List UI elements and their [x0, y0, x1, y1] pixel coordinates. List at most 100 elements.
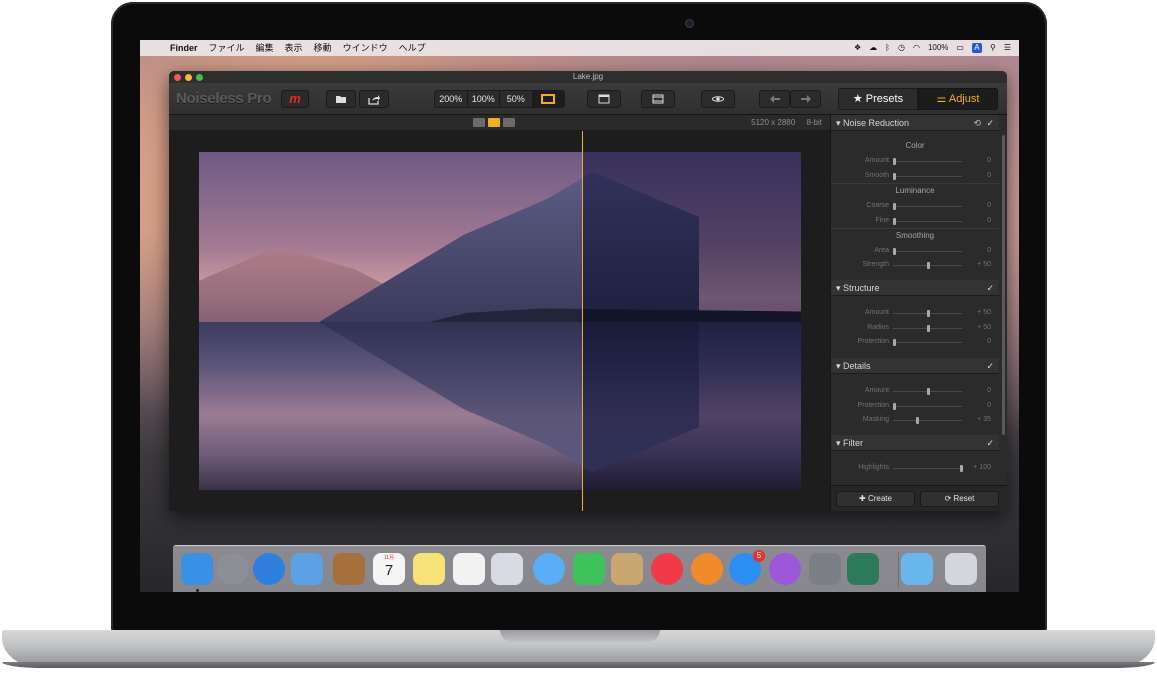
slider-knob[interactable] [893, 158, 896, 165]
slider-details-masking[interactable]: Masking + 35 [831, 416, 999, 426]
refresh-icon[interactable]: ⟲ [973, 115, 981, 131]
slider-structure-radius[interactable]: Radius + 50 [831, 324, 999, 334]
slider-nr-coarse[interactable]: Coarse 0 [831, 202, 999, 212]
safari-icon[interactable] [253, 553, 285, 585]
menu-file[interactable]: ファイル [209, 40, 245, 56]
launchpad-icon[interactable] [217, 553, 249, 585]
finder-icon[interactable] [181, 553, 213, 585]
zoom-200-button[interactable]: 200% [435, 91, 468, 107]
preview-icon[interactable] [491, 553, 523, 585]
slider-knob[interactable] [893, 339, 896, 346]
create-preset-button[interactable]: ✚ Create [836, 491, 915, 507]
slider-track[interactable] [893, 161, 962, 162]
slider-track[interactable] [893, 420, 962, 421]
dropbox-icon[interactable]: ❖ [854, 40, 861, 56]
menu-edit[interactable]: 編集 [256, 40, 274, 56]
single-mode-icon[interactable] [473, 118, 485, 127]
tab-presets[interactable]: ★ Presets [838, 88, 918, 110]
preview-toggle-button[interactable] [701, 90, 735, 108]
slider-knob[interactable] [926, 310, 930, 317]
redo-button[interactable] [790, 90, 821, 108]
slider-knob[interactable] [926, 325, 930, 332]
share-button[interactable] [359, 90, 389, 108]
filter-header[interactable]: ▾ Filter ✓ [831, 435, 999, 451]
side-by-side-mode-icon[interactable] [503, 118, 515, 127]
menu-finder[interactable]: Finder [170, 40, 198, 56]
slider-knob[interactable] [960, 465, 963, 472]
slider-track[interactable] [893, 176, 962, 177]
itunes-icon[interactable] [651, 553, 683, 585]
noiseless-icon[interactable] [847, 553, 879, 585]
open-button[interactable] [326, 90, 356, 108]
ibooks-icon[interactable] [691, 553, 723, 585]
battery-icon[interactable]: ▭ [956, 40, 964, 56]
slider-knob[interactable] [926, 262, 930, 269]
zoom-fit-button[interactable] [532, 91, 564, 107]
messages-icon[interactable] [533, 553, 565, 585]
contacts-icon[interactable] [333, 553, 365, 585]
podcast-icon[interactable] [769, 553, 801, 585]
noise-reduction-checkbox[interactable]: ✓ [986, 115, 994, 131]
tab-adjust[interactable]: ⚌ Adjust [918, 88, 998, 110]
slider-nr-strength[interactable]: Strength + 50 [831, 261, 999, 271]
macphun-button[interactable]: m [281, 90, 309, 108]
structure-header[interactable]: ▾ Structure ✓ [831, 280, 999, 296]
menu-go[interactable]: 移動 [314, 40, 332, 56]
time-machine-icon[interactable]: ◷ [898, 40, 905, 56]
slider-structure-amount[interactable]: Amount + 50 [831, 309, 999, 319]
image-canvas[interactable] [169, 131, 830, 511]
slider-nr-amount[interactable]: Amount 0 [831, 157, 999, 167]
details-header[interactable]: ▾ Details ✓ [831, 358, 999, 374]
reset-button[interactable]: ⟳ Reset [920, 491, 999, 507]
slider-track[interactable] [893, 468, 962, 469]
battery-percent[interactable]: 100% [928, 40, 948, 56]
bluetooth-icon[interactable]: ᛒ [885, 40, 890, 56]
filter-checkbox[interactable]: ✓ [986, 435, 994, 451]
app-store-icon[interactable]: 5 [729, 550, 765, 585]
wifi-icon[interactable]: ◠ [913, 40, 920, 56]
slider-knob[interactable] [893, 173, 896, 180]
slider-nr-area[interactable]: Area 0 [831, 247, 999, 257]
slider-filter-highlights[interactable]: Highlights + 100 [831, 464, 999, 474]
split-view-button[interactable] [641, 90, 675, 108]
slider-knob[interactable] [893, 218, 896, 225]
slider-nr-smooth[interactable]: Smooth 0 [831, 172, 999, 182]
slider-track[interactable] [893, 251, 962, 252]
single-view-button[interactable] [587, 90, 621, 108]
slider-knob[interactable] [893, 403, 896, 410]
downloads-folder-icon[interactable] [901, 553, 933, 585]
trash-icon[interactable] [945, 553, 977, 585]
slider-track[interactable] [893, 406, 962, 407]
mail-icon[interactable] [291, 553, 323, 585]
spotlight-icon[interactable]: ⚲ [990, 40, 996, 56]
slider-track[interactable] [893, 221, 962, 222]
cloud-icon[interactable]: ☁ [869, 40, 877, 56]
slider-track[interactable] [893, 342, 962, 343]
structure-checkbox[interactable]: ✓ [986, 280, 994, 296]
calendar-icon[interactable]: 11月 7 [373, 553, 405, 585]
menu-window[interactable]: ウインドウ [343, 40, 388, 56]
slider-knob[interactable] [893, 248, 896, 255]
zoom-50-button[interactable]: 50% [500, 91, 533, 107]
zoom-100-button[interactable]: 100% [468, 91, 500, 107]
undo-button[interactable] [759, 90, 790, 108]
notification-center-icon[interactable]: ☰ [1004, 40, 1011, 56]
slider-knob[interactable] [893, 203, 896, 210]
slider-nr-fine[interactable]: Fine 0 [831, 217, 999, 227]
notes-icon[interactable] [413, 553, 445, 585]
slider-details-amount[interactable]: Amount 0 [831, 387, 999, 397]
slider-structure-protection[interactable]: Protection 0 [831, 338, 999, 348]
split-mode-icon[interactable] [488, 118, 500, 127]
system-preferences-icon[interactable] [809, 553, 841, 585]
panel-scrollbar[interactable] [1002, 135, 1005, 435]
reminders-icon[interactable] [453, 553, 485, 585]
slider-details-protection[interactable]: Protection 0 [831, 402, 999, 412]
split-divider[interactable] [582, 131, 583, 511]
slider-track[interactable] [893, 206, 962, 207]
details-checkbox[interactable]: ✓ [986, 358, 994, 374]
photo-browser-icon[interactable] [611, 553, 643, 585]
facetime-icon[interactable] [573, 553, 605, 585]
noise-reduction-header[interactable]: ▾ Noise Reduction ⟲ ✓ [831, 115, 999, 131]
input-method-icon[interactable]: A [971, 43, 982, 53]
menu-view[interactable]: 表示 [285, 40, 303, 56]
